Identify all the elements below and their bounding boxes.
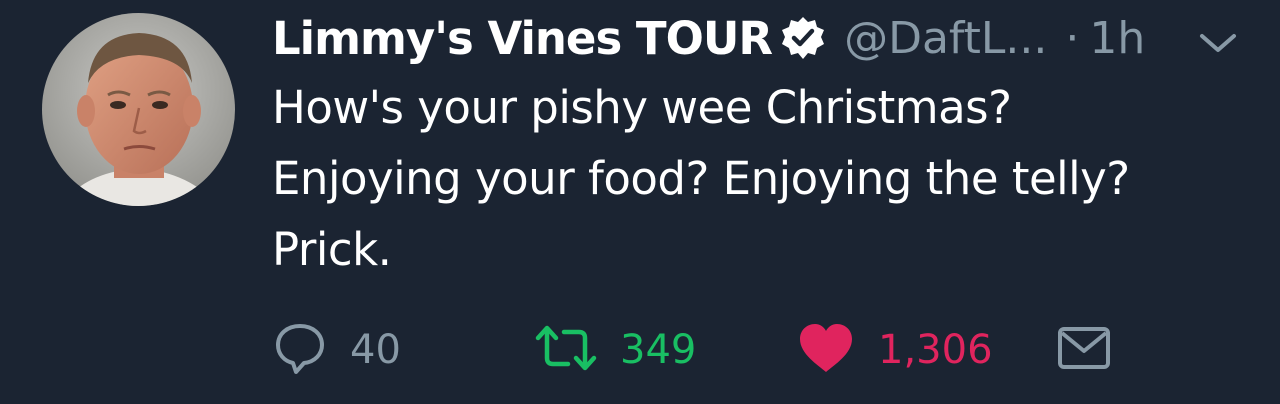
separator-dot: · [1065,12,1080,64]
reply-button[interactable]: 40 [272,318,401,382]
tweet-actions: 40 349 1,306 [272,318,1172,382]
display-name[interactable]: Limmy's Vines TOUR [272,12,773,65]
envelope-icon [1056,323,1112,377]
like-count: 1,306 [878,327,993,373]
tweet: Limmy's Vines TOUR @DaftL... · 1h How's … [0,0,1280,404]
tweet-text-line: Enjoying your food? Enjoying the telly? [272,152,1130,205]
retweet-count: 349 [620,327,697,373]
heart-icon [796,320,856,380]
tweet-text-line: Prick. [272,223,392,276]
user-handle[interactable]: @DaftL... [844,13,1047,64]
tweet-text-line: How's your pishy wee Christmas? [272,81,1012,134]
retweet-icon [534,320,598,380]
like-button[interactable]: 1,306 [796,318,993,382]
verified-badge-icon [780,15,826,61]
direct-message-button[interactable] [1056,318,1112,382]
reply-bubble-icon [272,320,328,380]
tweet-header: Limmy's Vines TOUR @DaftL... · 1h [272,8,1252,68]
tweet-text: How's your pishy wee Christmas? Enjoying… [272,72,1232,285]
reply-count: 40 [350,327,401,373]
tweet-timestamp[interactable]: 1h [1089,13,1145,64]
chevron-down-icon[interactable] [1196,28,1240,58]
avatar[interactable] [42,13,235,206]
retweet-button[interactable]: 349 [534,318,696,382]
